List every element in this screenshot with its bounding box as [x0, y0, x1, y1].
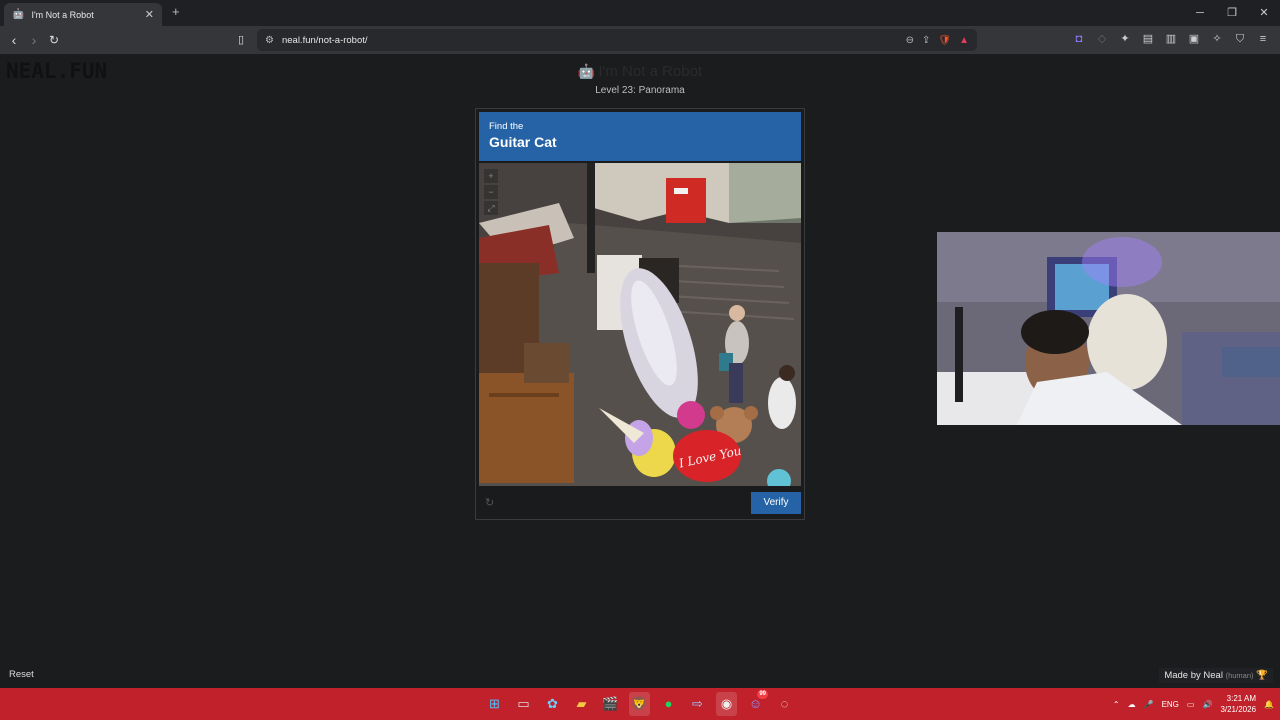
site-settings-icon[interactable]: ⚙	[265, 35, 274, 46]
recording-app-icon[interactable]: ◉	[716, 692, 737, 716]
street-market-photo: I Love You	[479, 163, 801, 486]
menu-icon[interactable]: ≡	[1256, 31, 1270, 47]
robot-favicon-icon: 🤖	[12, 9, 25, 20]
puzzle-extensions-icon[interactable]: ✦	[1118, 31, 1132, 47]
reload-icon[interactable]: ↻	[45, 31, 63, 49]
browser-toolbar: ‹ › ↻ ▯ ⚙ neal.fun/not-a-robot/ ⊖ ⇪ 🛡 ▲ …	[0, 26, 1280, 54]
panorama-image[interactable]: I Love You + − ⤢	[479, 163, 801, 486]
extension-icon-2[interactable]: ◇	[1095, 31, 1109, 47]
page-title: 🤖 I'm Not a Robot	[0, 63, 1280, 80]
window-controls: ─ ❐ ✕	[1184, 0, 1280, 26]
captcha-panel: Find the Guitar Cat I Love You + − ⤢ ↻ V…	[475, 108, 805, 520]
captcha-target: Guitar Cat	[489, 134, 557, 150]
obs-icon[interactable]: ◌	[774, 692, 795, 716]
tab-title: I'm Not a Robot	[31, 9, 94, 20]
system-tray: ⌃ ☁ 🎤 ENG ▭ 🔊 3:21 AM 3/21/2026 🔔	[1113, 688, 1274, 720]
captcha-header: Find the Guitar Cat	[479, 112, 801, 161]
clock-time: 3:21 AM	[1226, 694, 1257, 703]
page-content: NEAL.FUN 🤖 I'm Not a Robot Level 23: Pano…	[0, 54, 1280, 688]
extension-icon[interactable]: ◘	[1072, 31, 1086, 47]
network-icon[interactable]: ▭	[1187, 700, 1195, 709]
share-icon[interactable]: ⇪	[922, 35, 930, 46]
taskbar-apps: ⊞ ▭ ✿ ▰ 🎬 🦁 ● ⇨ ◉ ☺ 99 ◌	[484, 690, 795, 716]
microphone-icon[interactable]: 🎤	[1144, 700, 1154, 709]
tray-chevron-icon[interactable]: ⌃	[1113, 700, 1120, 709]
trophy-icon: 🏆	[1256, 670, 1268, 681]
fullscreen-icon[interactable]: ⤢	[484, 201, 498, 215]
close-tab-icon[interactable]: ✕	[145, 8, 154, 21]
bookmark-icon[interactable]: ▯	[232, 31, 250, 49]
close-window-icon[interactable]: ✕	[1248, 0, 1280, 26]
brave-browser-icon[interactable]: 🦁	[629, 692, 650, 716]
clock[interactable]: 3:21 AM 3/21/2026	[1220, 693, 1256, 715]
task-view-icon[interactable]: ▭	[513, 692, 534, 716]
made-by-text: Made by Neal	[1164, 670, 1223, 681]
level-label: Level 23: Panorama	[595, 85, 685, 96]
forward-icon[interactable]: ›	[25, 31, 43, 49]
copilot-icon[interactable]: ✿	[542, 692, 563, 716]
minimize-icon[interactable]: ─	[1184, 0, 1216, 26]
vpn-icon[interactable]: ⛉	[1233, 31, 1247, 47]
verify-button[interactable]: Verify	[751, 492, 801, 514]
ai-icon[interactable]: ✧	[1210, 31, 1224, 47]
zoom-icon[interactable]: ⊖	[906, 35, 914, 46]
leo-icon[interactable]: ▣	[1187, 31, 1201, 47]
volume-icon[interactable]: 🔊	[1202, 700, 1212, 709]
clock-date: 3/21/2026	[1220, 705, 1257, 714]
onedrive-icon[interactable]: ☁	[1128, 700, 1136, 709]
brave-rewards-icon[interactable]: ▲	[959, 35, 969, 46]
spotify-icon[interactable]: ●	[658, 692, 679, 716]
streamer-webcam	[937, 232, 1280, 425]
windows-start-icon[interactable]: ⊞	[484, 692, 505, 716]
browser-tab[interactable]: 🤖 I'm Not a Robot ✕	[4, 3, 162, 26]
zoom-out-icon[interactable]: −	[484, 185, 498, 199]
sidebar-icon[interactable]: ▥	[1164, 31, 1178, 47]
discord-badge: 99	[757, 690, 768, 699]
clapper-app-icon[interactable]: 🎬	[600, 692, 621, 716]
reset-button[interactable]: Reset	[9, 669, 34, 680]
url-text[interactable]: neal.fun/not-a-robot/	[282, 35, 898, 46]
window-title-bar: 🤖 I'm Not a Robot ✕ + ─ ❐ ✕	[0, 0, 1280, 26]
address-bar[interactable]: ⚙ neal.fun/not-a-robot/ ⊖ ⇪ 🛡 ▲	[257, 29, 977, 51]
notification-icon[interactable]: 🔔	[1264, 700, 1274, 709]
restore-icon[interactable]: ❐	[1216, 0, 1248, 26]
webcam-overlay	[937, 232, 1280, 425]
made-by-badge[interactable]: Made by Neal (human) 🏆	[1159, 668, 1273, 683]
extension-toolbar: ◘ ◇ ✦ ▤ ▥ ▣ ✧ ⛉ ≡	[1072, 31, 1270, 47]
page-title-text: I'm Not a Robot	[598, 63, 703, 80]
made-by-note: (human)	[1225, 671, 1254, 680]
refresh-captcha-icon[interactable]: ↻	[485, 496, 494, 509]
robot-icon: 🤖	[577, 63, 596, 79]
windows-taskbar: ⊞ ▭ ✿ ▰ 🎬 🦁 ● ⇨ ◉ ☺ 99 ◌ ⌃ ☁ 🎤 ENG ▭ 🔊 3:…	[0, 688, 1280, 720]
new-tab-button[interactable]: +	[172, 4, 180, 19]
terminal-app-icon[interactable]: ⇨	[687, 692, 708, 716]
zoom-in-icon[interactable]: +	[484, 169, 498, 183]
file-explorer-icon[interactable]: ▰	[571, 692, 592, 716]
language-indicator[interactable]: ENG	[1162, 700, 1179, 709]
back-icon[interactable]: ‹	[5, 31, 23, 49]
discord-icon[interactable]: ☺ 99	[745, 690, 768, 716]
wallet-icon[interactable]: ▤	[1141, 31, 1155, 47]
image-zoom-controls: + − ⤢	[484, 169, 498, 215]
brave-shields-icon[interactable]: 🛡	[938, 35, 951, 46]
captcha-prompt: Find the	[489, 121, 524, 132]
